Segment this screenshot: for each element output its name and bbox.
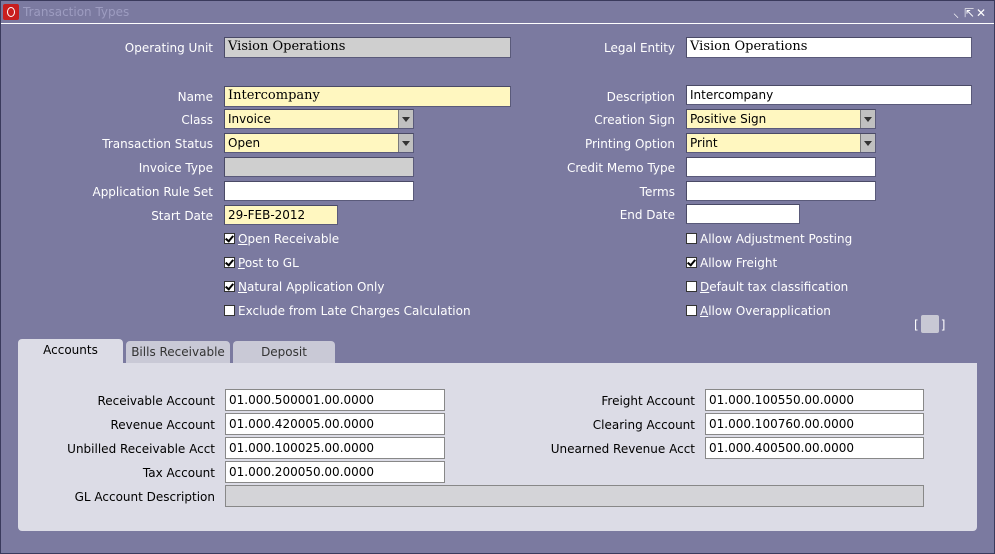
application-rule-set-field[interactable] xyxy=(224,181,414,201)
end-date-label: End Date xyxy=(619,208,675,222)
checkbox-checked-icon[interactable] xyxy=(224,281,235,292)
post-to-gl-checkbox[interactable]: Post to GL xyxy=(224,256,299,270)
printing-option-dropdown[interactable]: Print xyxy=(686,133,876,153)
printing-option-label: Printing Option xyxy=(584,137,675,151)
maximize-icon[interactable]: ⇱ xyxy=(964,6,976,20)
operating-unit-field[interactable]: Vision Operations xyxy=(224,37,511,58)
unearned-revenue-acct-field[interactable]: 01.000.400500.00.0000 xyxy=(705,437,924,459)
freight-account-label: Freight Account xyxy=(601,394,695,408)
chevron-down-icon[interactable] xyxy=(860,134,875,152)
legal-entity-label: Legal Entity xyxy=(603,41,675,55)
tax-account-label: Tax Account xyxy=(142,466,215,480)
class-value: Invoice xyxy=(224,109,414,129)
title-bar: Transaction Types ⸜⇱✕ xyxy=(1,1,994,23)
transaction-status-value: Open xyxy=(224,133,414,153)
close-icon[interactable]: ✕ xyxy=(976,6,988,20)
default-tax-classification-checkbox[interactable]: Default tax classification xyxy=(686,280,848,294)
invoice-type-label: Invoice Type xyxy=(138,161,213,175)
tab-accounts[interactable]: Accounts xyxy=(18,339,123,365)
gl-account-description-field[interactable] xyxy=(225,485,924,507)
revenue-account-label: Revenue Account xyxy=(110,418,215,432)
checkbox-checked-icon[interactable] xyxy=(224,233,235,244)
checkbox-unchecked-icon[interactable] xyxy=(686,305,697,316)
invoice-type-field[interactable] xyxy=(224,157,414,177)
checkbox-checked-icon[interactable] xyxy=(686,257,697,268)
revenue-account-field[interactable]: 01.000.420005.00.0000 xyxy=(225,413,445,435)
flexfield-icon[interactable] xyxy=(920,315,939,333)
transaction-types-window: Transaction Types ⸜⇱✕ Operating Unit Vis… xyxy=(0,0,995,554)
start-date-field[interactable]: 29-FEB-2012 xyxy=(224,205,338,225)
terms-label: Terms xyxy=(639,185,675,199)
start-date-label: Start Date xyxy=(151,209,213,223)
transaction-status-label: Transaction Status xyxy=(102,137,213,151)
checkbox-unchecked-icon[interactable] xyxy=(224,305,235,316)
freight-account-field[interactable]: 01.000.100550.00.0000 xyxy=(705,389,924,411)
checkbox-unchecked-icon[interactable] xyxy=(686,281,697,292)
unbilled-receivable-acct-field[interactable]: 01.000.100025.00.0000 xyxy=(225,437,445,459)
creation-sign-value: Positive Sign xyxy=(686,109,876,129)
chevron-down-icon[interactable] xyxy=(398,134,413,152)
credit-memo-type-label: Credit Memo Type xyxy=(566,161,675,175)
flexfield-button[interactable]: [] xyxy=(914,315,945,333)
class-label: Class xyxy=(181,113,213,127)
description-label: Description xyxy=(606,90,675,104)
chevron-down-icon[interactable] xyxy=(860,110,875,128)
chevron-down-icon[interactable] xyxy=(398,110,413,128)
allow-overapplication-checkbox[interactable]: Allow Overapplication xyxy=(686,304,831,318)
name-label: Name xyxy=(177,90,213,104)
clearing-account-field[interactable]: 01.000.100760.00.0000 xyxy=(705,413,924,435)
operating-unit-label: Operating Unit xyxy=(124,41,213,55)
gl-account-description-label: GL Account Description xyxy=(74,490,215,504)
creation-sign-dropdown[interactable]: Positive Sign xyxy=(686,109,876,129)
credit-memo-type-field[interactable] xyxy=(686,157,876,177)
unearned-revenue-acct-label: Unearned Revenue Acct xyxy=(550,442,695,456)
receivable-account-field[interactable]: 01.000.500001.00.0000 xyxy=(225,389,445,411)
checkbox-checked-icon[interactable] xyxy=(224,257,235,268)
minimize-icon[interactable]: ⸜ xyxy=(952,4,964,21)
name-field[interactable]: Intercompany xyxy=(224,86,511,107)
window-controls: ⸜⇱✕ xyxy=(952,4,988,21)
natural-application-only-checkbox[interactable]: Natural Application Only xyxy=(224,280,384,294)
description-field[interactable]: Intercompany xyxy=(686,85,972,105)
tab-deposit[interactable]: Deposit xyxy=(233,341,335,365)
application-rule-set-label: Application Rule Set xyxy=(92,185,213,199)
class-dropdown[interactable]: Invoice xyxy=(224,109,414,129)
terms-field[interactable] xyxy=(686,181,876,201)
unbilled-receivable-acct-label: Unbilled Receivable Acct xyxy=(67,442,215,456)
legal-entity-field[interactable]: Vision Operations xyxy=(686,37,972,58)
allow-freight-checkbox[interactable]: Allow Freight xyxy=(686,256,777,270)
printing-option-value: Print xyxy=(686,133,876,153)
tax-account-field[interactable]: 01.000.200050.00.0000 xyxy=(225,461,445,483)
window-title: Transaction Types xyxy=(23,5,130,19)
clearing-account-label: Clearing Account xyxy=(592,418,695,432)
accounts-tab-panel: Receivable Account 01.000.500001.00.0000… xyxy=(18,363,977,531)
title-divider xyxy=(1,23,994,24)
tab-bills-receivable[interactable]: Bills Receivable xyxy=(126,341,230,365)
checkbox-unchecked-icon[interactable] xyxy=(686,233,697,244)
transaction-status-dropdown[interactable]: Open xyxy=(224,133,414,153)
creation-sign-label: Creation Sign xyxy=(594,113,675,127)
end-date-field[interactable] xyxy=(686,204,800,224)
receivable-account-label: Receivable Account xyxy=(97,394,215,408)
allow-adjustment-posting-checkbox[interactable]: Allow Adjustment Posting xyxy=(686,232,852,246)
exclude-late-charges-checkbox[interactable]: Exclude from Late Charges Calculation xyxy=(224,304,471,318)
open-receivable-checkbox[interactable]: Open Receivable xyxy=(224,232,339,246)
oracle-logo-icon xyxy=(3,4,19,20)
